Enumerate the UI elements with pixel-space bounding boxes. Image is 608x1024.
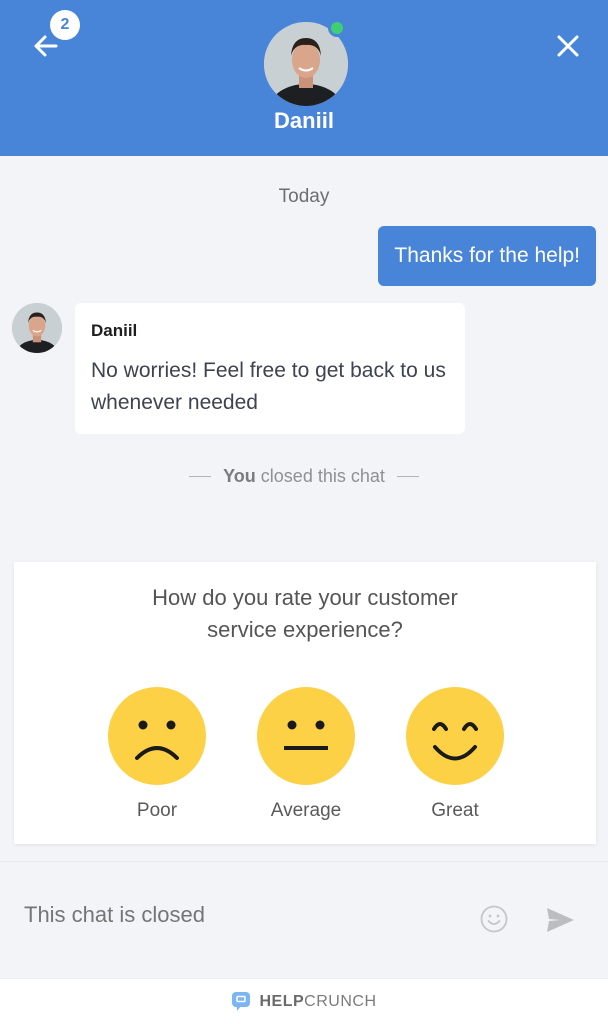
neutral-face-icon — [257, 687, 355, 785]
rating-option-average[interactable]: Average — [251, 686, 361, 822]
rating-label: Poor — [136, 800, 178, 821]
divider — [189, 476, 212, 477]
smiley-icon — [480, 905, 508, 933]
closed-text: closed this chat — [260, 466, 385, 486]
chat-header: 2 Daniil — [0, 0, 608, 156]
agent-message-avatar — [12, 303, 62, 353]
send-button[interactable] — [544, 906, 576, 939]
close-icon — [557, 35, 579, 57]
unread-badge: 2 — [50, 10, 80, 40]
closed-by: You — [223, 466, 256, 486]
happy-face-icon — [406, 687, 504, 785]
rating-card: How do you rate your customer service ex… — [14, 562, 596, 844]
date-separator: Today — [278, 186, 330, 207]
online-status-indicator — [328, 19, 346, 37]
powered-by-footer[interactable]: HELPCRUNCH — [0, 978, 608, 1024]
helpcrunch-logo-icon — [231, 991, 250, 1011]
message-text: No worries! Feel free to get back to us … — [91, 359, 446, 414]
message-text: Thanks for the help! — [394, 244, 580, 267]
rating-option-great[interactable]: Great — [400, 686, 510, 822]
send-icon — [547, 908, 574, 932]
agent-name: Daniil — [274, 108, 334, 133]
message-composer — [0, 861, 608, 978]
sad-face-icon — [108, 687, 206, 785]
rating-label: Average — [270, 800, 342, 821]
brand-name-rest: CRUNCH — [304, 992, 377, 1010]
rating-label: Great — [431, 800, 479, 821]
close-button[interactable] — [552, 30, 584, 62]
message-input[interactable] — [24, 902, 444, 928]
brand-name: HELPCRUNCH — [260, 993, 377, 1011]
rating-question: How do you rate your customer service ex… — [152, 585, 458, 642]
brand-name-bold: HELP — [259, 992, 305, 1010]
rating-option-poor[interactable]: Poor — [102, 686, 212, 822]
emoji-button[interactable] — [479, 904, 509, 939]
message-sender: Daniil — [91, 321, 138, 340]
incoming-message: Daniil No worries! Feel free to get back… — [75, 303, 465, 434]
divider — [396, 476, 419, 477]
outgoing-message: Thanks for the help! — [378, 226, 596, 286]
chat-closed-notice: You closed this chat — [0, 466, 608, 487]
